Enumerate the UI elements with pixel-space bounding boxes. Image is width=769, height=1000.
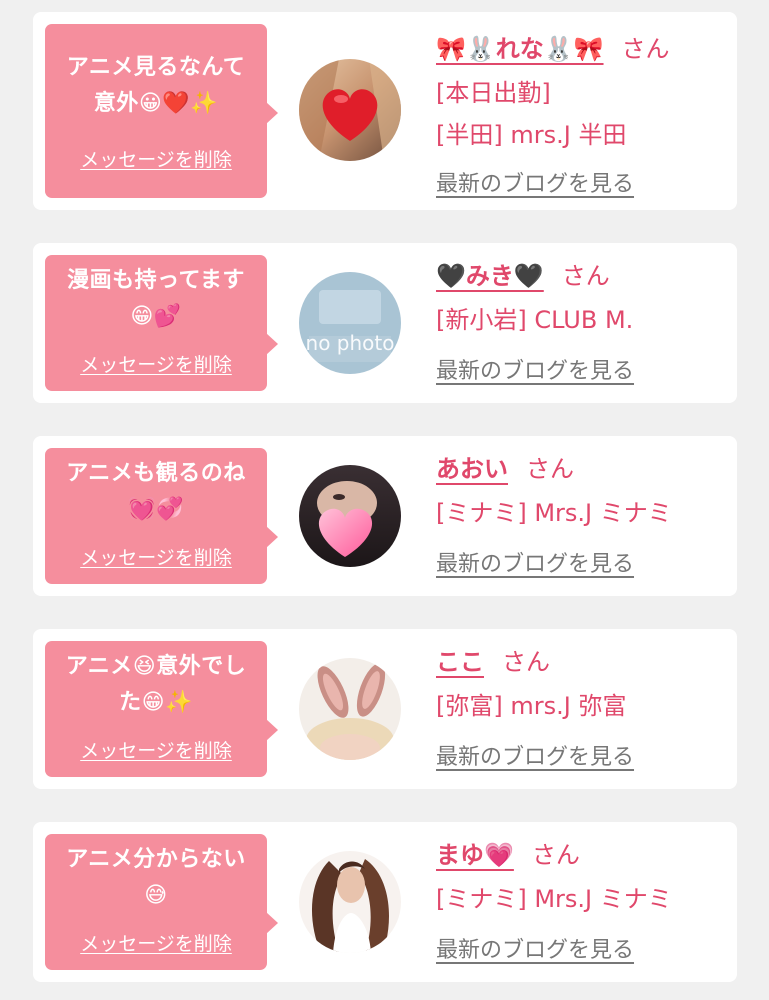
message-line: アニメ😆意外でし xyxy=(65,654,247,679)
shop-info: [新小岩] CLUB M. xyxy=(436,306,634,334)
shop-info: [半田] mrs.J 半田 xyxy=(436,121,627,149)
bunny-ears-avatar-icon[interactable] xyxy=(299,658,401,760)
shop-info: [弥富] mrs.J 弥富 xyxy=(436,692,627,720)
portrait-avatar-icon[interactable] xyxy=(299,851,401,953)
sender-name-link[interactable]: まゆ💗 xyxy=(436,841,514,869)
honorific: さん xyxy=(526,455,574,483)
sender-info: まゆ💗 さん [ミナミ] Mrs.J ミナミ 最新のブログを見る xyxy=(436,832,726,964)
message-bubble: アニメ分からない 😅 メッセージを削除 xyxy=(45,834,278,970)
sender-name-link[interactable]: ここ xyxy=(436,648,484,676)
honorific: さん xyxy=(502,648,550,676)
shop-info: [ミナミ] Mrs.J ミナミ xyxy=(436,499,672,527)
message-card: アニメ😆意外でし た😁✨ メッセージを削除 ここ さん [弥富] mrs.J 弥富… xyxy=(33,629,737,789)
latest-blog-link[interactable]: 最新のブログを見る xyxy=(436,166,634,198)
message-card: アニメ分からない 😅 メッセージを削除 まゆ💗 さん [ミナミ] Mrs.J ミナ… xyxy=(33,822,737,982)
delete-message-link[interactable]: メッセージを削除 xyxy=(45,736,267,763)
message-line: 意外😀❤️✨ xyxy=(93,91,219,116)
message-line: アニメも観るのね xyxy=(66,461,246,486)
sender-info: 🖤みき🖤 さん [新小岩] CLUB M. 最新のブログを見る xyxy=(436,253,726,385)
message-bubble: 漫画も持ってます 😁💕 メッセージを削除 xyxy=(45,255,278,391)
message-line: 😁💕 xyxy=(130,304,182,329)
message-line: 漫画も持ってます xyxy=(67,268,245,293)
message-bubble: アニメ見るなんて 意外😀❤️✨ メッセージを削除 xyxy=(45,24,278,198)
message-line: 😅 xyxy=(144,883,168,908)
no-photo-text: no photo xyxy=(306,331,395,355)
delete-message-link[interactable]: メッセージを削除 xyxy=(45,929,267,956)
sender-info: 🎀🐰れな🐰🎀 さん [本日出勤] [半田] mrs.J 半田 最新のブログを見る xyxy=(436,26,726,198)
honorific: さん xyxy=(621,35,670,63)
latest-blog-link[interactable]: 最新のブログを見る xyxy=(436,546,634,578)
sender-name-link[interactable]: 🖤みき🖤 xyxy=(436,262,544,290)
sender-info: ここ さん [弥富] mrs.J 弥富 最新のブログを見る xyxy=(436,639,726,771)
no-photo-icon[interactable]: no photo xyxy=(299,272,401,374)
message-card: アニメも観るのね 💓💞 メッセージを削除 あおい さん [ミナミ] Mrs.J … xyxy=(33,436,737,596)
honorific: さん xyxy=(531,841,580,869)
pink-heart-avatar-icon[interactable] xyxy=(299,465,401,567)
message-text: アニメ見るなんて 意外😀❤️✨ xyxy=(51,50,261,122)
latest-blog-link[interactable]: 最新のブログを見る xyxy=(436,353,634,385)
message-card: 漫画も持ってます 😁💕 メッセージを削除 no photo 🖤みき🖤 さん [新小… xyxy=(33,243,737,403)
latest-blog-link[interactable]: 最新のブログを見る xyxy=(436,932,634,964)
message-line: アニメ分からない xyxy=(66,847,246,872)
message-line: 💓💞 xyxy=(128,497,184,522)
message-text: アニメ分からない 😅 xyxy=(51,842,261,914)
message-line: た😁✨ xyxy=(119,690,193,715)
shop-info: [ミナミ] Mrs.J ミナミ xyxy=(436,885,672,913)
latest-blog-link[interactable]: 最新のブログを見る xyxy=(436,739,634,771)
heart-avatar-icon[interactable] xyxy=(299,59,401,161)
shop-info: [本日出勤] xyxy=(436,79,551,107)
sender-info: あおい さん [ミナミ] Mrs.J ミナミ 最新のブログを見る xyxy=(436,446,726,578)
message-bubble: アニメも観るのね 💓💞 メッセージを削除 xyxy=(45,448,278,584)
sender-name-link[interactable]: あおい xyxy=(436,455,508,483)
message-list: アニメ見るなんて 意外😀❤️✨ メッセージを削除 🎀🐰れな🐰🎀 さん [本日出勤… xyxy=(0,0,769,1000)
honorific: さん xyxy=(561,262,610,290)
message-text: アニメも観るのね 💓💞 xyxy=(51,456,261,528)
message-text: アニメ😆意外でし た😁✨ xyxy=(51,649,261,721)
message-line: アニメ見るなんて xyxy=(66,55,246,80)
message-bubble: アニメ😆意外でし た😁✨ メッセージを削除 xyxy=(45,641,278,777)
sender-name-link[interactable]: 🎀🐰れな🐰🎀 xyxy=(436,35,604,63)
delete-message-link[interactable]: メッセージを削除 xyxy=(45,543,267,570)
message-card: アニメ見るなんて 意外😀❤️✨ メッセージを削除 🎀🐰れな🐰🎀 さん [本日出勤… xyxy=(33,12,737,210)
delete-message-link[interactable]: メッセージを削除 xyxy=(45,145,267,172)
message-text: 漫画も持ってます 😁💕 xyxy=(51,263,261,335)
delete-message-link[interactable]: メッセージを削除 xyxy=(45,350,267,377)
